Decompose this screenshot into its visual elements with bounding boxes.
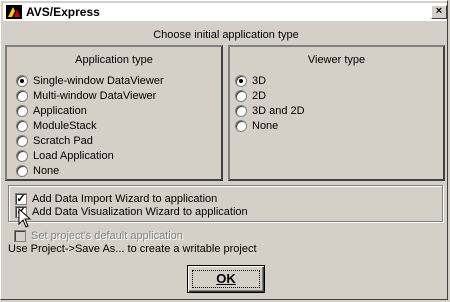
focus-rectangle [192,270,260,288]
radio-button[interactable] [16,135,28,147]
application-type-group: Application type Single-window DataViewe… [5,45,223,181]
close-icon: × [435,5,443,17]
add-data-import-wizard-checkbox[interactable]: ✓ Add Data Import Wizard to application [15,192,217,206]
viewer-type-group: Viewer type 3D 2D 3D and 2D None [228,45,445,181]
avs-logo-icon [6,5,22,19]
checkbox-label: Add Data Import Wizard to application [32,193,218,205]
radio-button[interactable] [16,90,28,102]
radio-load-application[interactable]: Load Application [16,148,114,164]
application-type-title: Application type [75,54,153,66]
viewer-type-title: Viewer type [307,54,366,66]
radio-button[interactable] [235,120,247,132]
close-button[interactable]: × [431,5,447,19]
radio-label: Single-window DataViewer [33,75,164,87]
radio-label: 3D [252,75,267,87]
project-hint: Use Project->Save As... to create a writ… [8,243,257,255]
radio-label: 3D and 2D [252,105,305,117]
radio-label: Application [33,105,87,117]
radio-label: Load Application [33,150,114,162]
radio-button[interactable] [16,150,28,162]
radio-viewer-none[interactable]: None [235,118,278,134]
radio-label: None [33,165,60,177]
radio-button[interactable] [235,105,247,117]
ok-button[interactable]: OK [187,265,265,293]
radio-button[interactable] [16,105,28,117]
radio-label: Scratch Pad [33,135,93,147]
radio-application[interactable]: Application [16,103,87,119]
radio-button[interactable] [16,165,28,177]
mouse-pointer-icon [18,208,32,228]
dialog-heading: Choose initial application type [153,29,299,41]
radio-multi-window-dataviewer[interactable]: Multi-window DataViewer [16,88,156,104]
radio-button[interactable] [16,120,28,132]
radio-scratch-pad[interactable]: Scratch Pad [16,133,93,149]
checkbox[interactable] [14,230,26,242]
radio-label: 2D [252,90,267,102]
radio-button[interactable] [235,75,247,87]
radio-viewer-3d[interactable]: 3D [235,73,266,89]
radio-viewer-2d[interactable]: 2D [235,88,266,104]
add-data-visualization-wizard-checkbox[interactable]: ✓ Add Data Visualization Wizard to appli… [15,205,248,219]
checkbox[interactable]: ✓ [15,193,27,205]
radio-label: Multi-window DataViewer [33,90,157,102]
radio-label: ModuleStack [33,120,97,132]
radio-button[interactable] [235,90,247,102]
radio-single-window-dataviewer[interactable]: Single-window DataViewer [16,73,164,89]
radio-viewer-3d-and-2d[interactable]: 3D and 2D [235,103,305,119]
set-project-default-checkbox[interactable]: Set project's default application [14,229,183,243]
checkbox-label: Set project's default application [31,230,183,242]
dialog-window: AVS/Express × Choose initial application… [0,0,448,300]
radio-none-application[interactable]: None [16,163,59,179]
checkbox-label: Add Data Visualization Wizard to applica… [32,206,248,218]
radio-label: None [252,120,279,132]
radio-modulestack[interactable]: ModuleStack [16,118,97,134]
wizard-options-group: ✓ Add Data Import Wizard to application … [8,185,443,222]
radio-button[interactable] [16,75,28,87]
title-bar[interactable]: AVS/Express × [3,3,447,21]
window-title: AVS/Express [26,5,100,19]
